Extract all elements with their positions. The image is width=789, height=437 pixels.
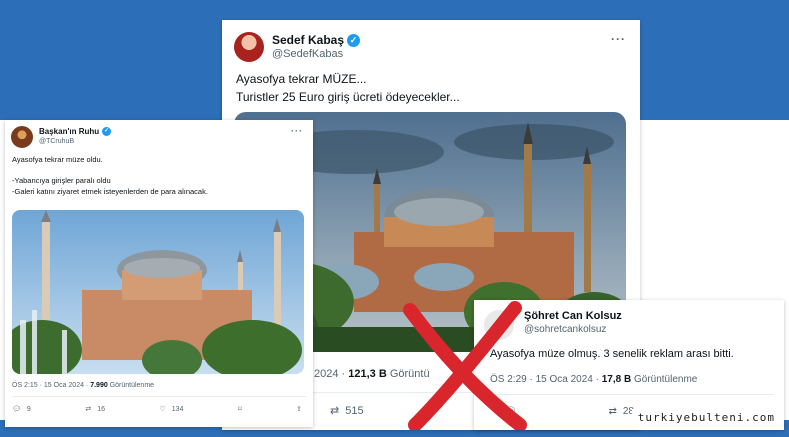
heart-icon: ♡ — [159, 406, 166, 413]
retweet-icon: ⇄ — [608, 406, 617, 417]
reply-icon: 💬︎ — [12, 406, 21, 413]
verified-badge-icon: ✓ — [347, 34, 361, 48]
tweet-meta: 2024 · 121,3 B Görüntü — [314, 368, 430, 380]
more-options-icon[interactable]: ··· — [291, 126, 303, 136]
reply-button[interactable]: 💬︎ 9 — [12, 405, 31, 414]
share-button[interactable]: ⇪ — [296, 405, 302, 413]
retweet-button[interactable]: ⇄ 28 — [608, 406, 634, 417]
avatar[interactable] — [234, 32, 264, 62]
tweet-author-handle[interactable]: @TCruhuB — [39, 138, 74, 145]
tweet-meta: ÖS 2:15 · 15 Oca 2024 · 7.990 Görüntülen… — [12, 382, 154, 389]
watermark: turkiyebulteni.com — [631, 409, 781, 426]
view-label: Görüntülenme — [631, 374, 698, 385]
avatar[interactable] — [484, 310, 514, 340]
bookmark-button[interactable]: ⌑ — [238, 405, 242, 413]
tweet-image-hagia-sophia-day[interactable] — [12, 210, 304, 374]
tweet-author-name[interactable]: Başkan'ın Ruhu ✓ — [39, 127, 112, 137]
reply-count: 9 — [26, 405, 31, 413]
tweet-text: Ayasofya müze olmuş. 3 senelik reklam ar… — [490, 348, 734, 360]
view-label: Görüntü — [386, 368, 430, 380]
retweet-icon: ⇄ — [330, 405, 340, 417]
retweet-count: 515 — [345, 404, 364, 417]
view-count: 7.990 — [90, 382, 108, 389]
tweet-author-name[interactable]: Şöhret Can Kolsuz — [524, 310, 622, 322]
retweet-count: 16 — [97, 405, 105, 413]
share-icon: ⇪ — [296, 406, 302, 413]
tweet-text: Ayasofya tekrar MÜZE... Turistler 25 Eur… — [236, 72, 460, 104]
view-label: Görüntülenme — [107, 382, 155, 389]
view-count: 17,8 B — [601, 374, 632, 385]
tweet-actions: ⇄ 515 — [330, 404, 450, 418]
author-name-text: Sedef Kabaş — [272, 33, 345, 47]
bookmark-icon: ⌑ — [237, 406, 242, 413]
more-options-icon[interactable]: ··· — [611, 32, 626, 46]
retweet-button[interactable]: ⇄ 16 — [85, 405, 105, 414]
tweet-actions: 💬︎ 9 ⇄ 16 ♡ 134 ⌑ ⇪ — [12, 405, 302, 414]
divider — [484, 394, 774, 395]
tweet-actions: 💬︎ ⇄ 28 — [504, 406, 634, 417]
tweet-author-name[interactable]: Sedef Kabaş ✓ — [272, 33, 361, 48]
tweet-card-baskanin-ruhu[interactable]: Başkan'ın Ruhu ✓ @TCruhuB ··· Ayasofya te… — [5, 120, 313, 427]
reply-button[interactable]: 💬︎ — [504, 406, 517, 417]
author-name-text: Başkan'ın Ruhu — [39, 127, 100, 136]
like-button[interactable]: ♡ 134 — [159, 405, 184, 414]
tweet-time: ÖS 2:15 · 15 Oca 2024 · — [12, 382, 91, 389]
tweet-author-handle[interactable]: @sohretcankolsuz — [524, 324, 606, 335]
reply-icon: 💬︎ — [504, 406, 517, 417]
view-count: 121,3 B — [348, 368, 387, 380]
avatar[interactable] — [11, 126, 33, 148]
verified-badge-icon: ✓ — [102, 127, 112, 137]
tweet-meta: ÖS 2:29 · 15 Oca 2024 · 17,8 B Görüntüle… — [490, 374, 697, 385]
tweet-time: ÖS 2:29 · 15 Oca 2024 · — [490, 374, 602, 385]
tweet-author-handle[interactable]: @SedefKabas — [272, 48, 343, 60]
tweet-text: Ayasofya tekrar müze oldu. -Yabancıya gi… — [12, 155, 208, 196]
divider — [12, 396, 306, 397]
retweet-icon: ⇄ — [85, 406, 92, 413]
tweet-time: 2024 · — [314, 368, 349, 380]
like-count: 134 — [171, 405, 184, 413]
hagia-sophia-day-image — [12, 210, 304, 374]
retweet-button[interactable]: ⇄ 515 — [330, 404, 364, 418]
